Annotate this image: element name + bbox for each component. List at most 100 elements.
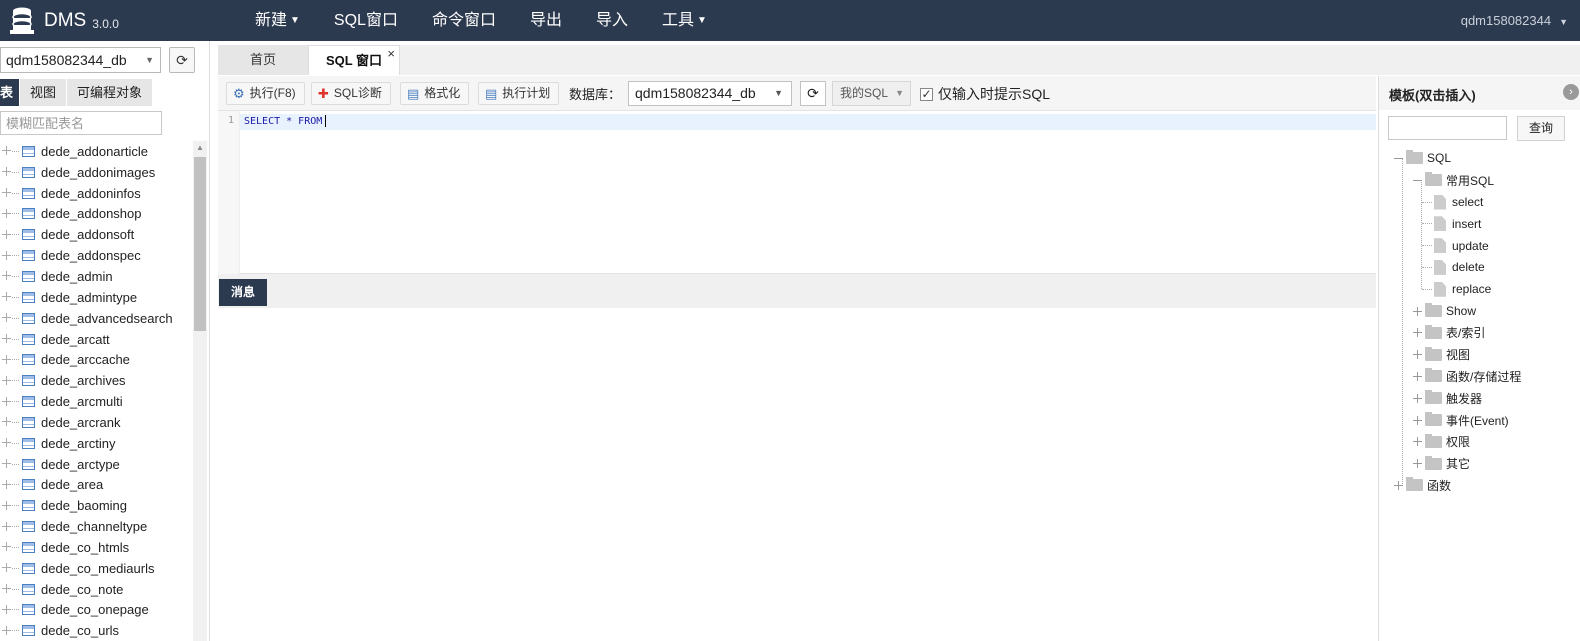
expand-icon[interactable] <box>1413 371 1422 381</box>
table-row[interactable]: dede_arcmulti <box>0 391 193 412</box>
toolbar-database-select[interactable]: qdm158082344_db ▼ <box>628 81 792 106</box>
execute-button[interactable]: ⚙ 执行(F8) <box>226 82 305 105</box>
toolbar-refresh-button[interactable]: ⟳ <box>800 81 826 106</box>
expand-icon[interactable] <box>2 438 12 448</box>
table-row[interactable]: dede_co_htmls <box>0 537 193 558</box>
table-row[interactable]: dede_addoninfos <box>0 183 193 204</box>
sql-hint-toggle[interactable]: ✓ 仅输入时提示SQL <box>920 84 1050 104</box>
expand-icon[interactable] <box>2 417 12 427</box>
sql-editor[interactable]: 1 SELECT * FROM <box>218 111 1376 274</box>
tab-programmable[interactable]: 可编程对象 <box>67 79 154 106</box>
expand-icon[interactable] <box>2 459 12 469</box>
expand-icon[interactable] <box>2 292 12 302</box>
table-row[interactable]: dede_advancedsearch <box>0 308 193 329</box>
expand-icon[interactable] <box>2 208 12 219</box>
refresh-button[interactable]: ⟳ <box>169 47 195 73</box>
code-line[interactable]: SELECT * FROM <box>240 114 1376 130</box>
brand[interactable]: DMS 3.0.0 <box>8 4 119 38</box>
expand-icon[interactable] <box>2 188 12 198</box>
tree-group[interactable]: 事件(Event) <box>1413 410 1509 430</box>
table-row[interactable]: dede_addonspec <box>0 245 193 266</box>
template-item-replace[interactable]: replace <box>1422 279 1491 299</box>
template-item-update[interactable]: update <box>1422 236 1489 256</box>
diagnose-button[interactable]: ✚ SQL诊断 <box>311 82 391 105</box>
table-row[interactable]: dede_baoming <box>0 495 193 516</box>
expand-icon[interactable] <box>2 271 12 281</box>
expand-icon[interactable] <box>2 521 12 532</box>
template-item-insert[interactable]: insert <box>1422 214 1481 234</box>
expand-icon[interactable] <box>1413 459 1422 469</box>
expand-icon[interactable] <box>2 542 12 552</box>
user-menu[interactable]: qdm158082344 ▼ <box>1461 0 1568 41</box>
expand-icon[interactable] <box>2 146 12 156</box>
tree-group[interactable]: 函数/存储过程 <box>1413 366 1521 386</box>
collapse-icon[interactable]: › <box>1563 84 1579 100</box>
tree-group[interactable]: 其它 <box>1413 454 1470 474</box>
expand-icon[interactable] <box>2 500 12 511</box>
table-row[interactable]: dede_arcatt <box>0 329 193 350</box>
table-filter-input[interactable] <box>0 111 162 135</box>
table-row[interactable]: dede_addonimages <box>0 162 193 183</box>
nav-tools[interactable]: 工具 ▼ <box>645 0 724 41</box>
expand-icon[interactable] <box>2 313 12 323</box>
table-row[interactable]: dede_addonarticle <box>0 141 193 162</box>
expand-icon[interactable] <box>1413 437 1422 447</box>
tree-node-sql[interactable]: SQL <box>1394 148 1451 168</box>
tree-group[interactable]: 触发器 <box>1413 388 1482 408</box>
database-select[interactable]: qdm158082344_db ▼ <box>0 47 161 73</box>
nav-export[interactable]: 导出 <box>513 0 579 41</box>
table-row[interactable]: dede_addonsoft <box>0 224 193 245</box>
tree-group[interactable]: 表/索引 <box>1413 323 1485 343</box>
table-row[interactable]: dede_arctiny <box>0 433 193 454</box>
nav-import[interactable]: 导入 <box>579 0 645 41</box>
tab-views[interactable]: 视图 <box>20 79 68 106</box>
template-search-button[interactable]: 查询 <box>1517 116 1565 141</box>
tree-group[interactable]: Show <box>1413 301 1476 321</box>
execution-plan-button[interactable]: ▤ 执行计划 <box>478 82 560 105</box>
expand-icon[interactable] <box>1413 306 1422 316</box>
scroll-up-icon[interactable]: ▲ <box>196 143 204 152</box>
table-list-scrollbar[interactable]: ▲ <box>193 141 207 641</box>
expand-icon[interactable] <box>2 625 12 636</box>
close-icon[interactable]: × <box>387 39 395 69</box>
table-row[interactable]: dede_co_mediaurls <box>0 558 193 579</box>
expand-icon[interactable] <box>2 584 12 594</box>
expand-icon[interactable] <box>1413 393 1422 403</box>
template-item-select[interactable]: select <box>1422 192 1483 212</box>
expand-icon[interactable] <box>2 354 12 365</box>
expand-icon[interactable] <box>2 250 12 261</box>
format-button[interactable]: ▤ 格式化 <box>400 82 470 105</box>
collapse-toggle-icon[interactable] <box>1413 176 1422 185</box>
expand-icon[interactable] <box>2 334 12 344</box>
tab-sql-window[interactable]: SQL 窗口 × <box>308 45 400 75</box>
table-row[interactable]: dede_co_urls <box>0 620 193 641</box>
expand-icon[interactable] <box>1413 328 1422 338</box>
tree-node-functions[interactable]: 函数 <box>1394 475 1451 495</box>
expand-icon[interactable] <box>2 375 12 386</box>
table-row[interactable]: dede_arctype <box>0 454 193 475</box>
tree-group[interactable]: 权限 <box>1413 432 1470 452</box>
table-row[interactable]: dede_addonshop <box>0 204 193 225</box>
tree-group[interactable]: 视图 <box>1413 345 1470 365</box>
collapse-toggle-icon[interactable] <box>1394 154 1403 163</box>
expand-icon[interactable] <box>1413 350 1422 360</box>
expand-icon[interactable] <box>2 479 12 490</box>
expand-icon[interactable] <box>2 167 12 177</box>
nav-sql-window[interactable]: SQL窗口 <box>317 0 415 41</box>
table-row[interactable]: dede_co_onepage <box>0 600 193 621</box>
table-row[interactable]: dede_archives <box>0 370 193 391</box>
tree-node-common-sql[interactable]: 常用SQL <box>1413 170 1494 190</box>
table-row[interactable]: dede_admintype <box>0 287 193 308</box>
nav-command-window[interactable]: 命令窗口 <box>415 0 513 41</box>
sql-hint-checkbox[interactable]: ✓ <box>920 87 933 101</box>
expand-icon[interactable] <box>1413 415 1422 425</box>
expand-icon[interactable] <box>2 229 12 240</box>
my-sql-dropdown[interactable]: 我的SQL ▼ <box>832 81 911 106</box>
nav-new[interactable]: 新建 ▼ <box>238 0 317 41</box>
scrollbar-thumb[interactable] <box>194 157 206 331</box>
expand-icon[interactable] <box>2 563 12 573</box>
table-row[interactable]: dede_admin <box>0 266 193 287</box>
tab-tables[interactable]: 表 <box>0 79 21 106</box>
table-row[interactable]: dede_area <box>0 475 193 496</box>
table-row[interactable]: dede_arcrank <box>0 412 193 433</box>
